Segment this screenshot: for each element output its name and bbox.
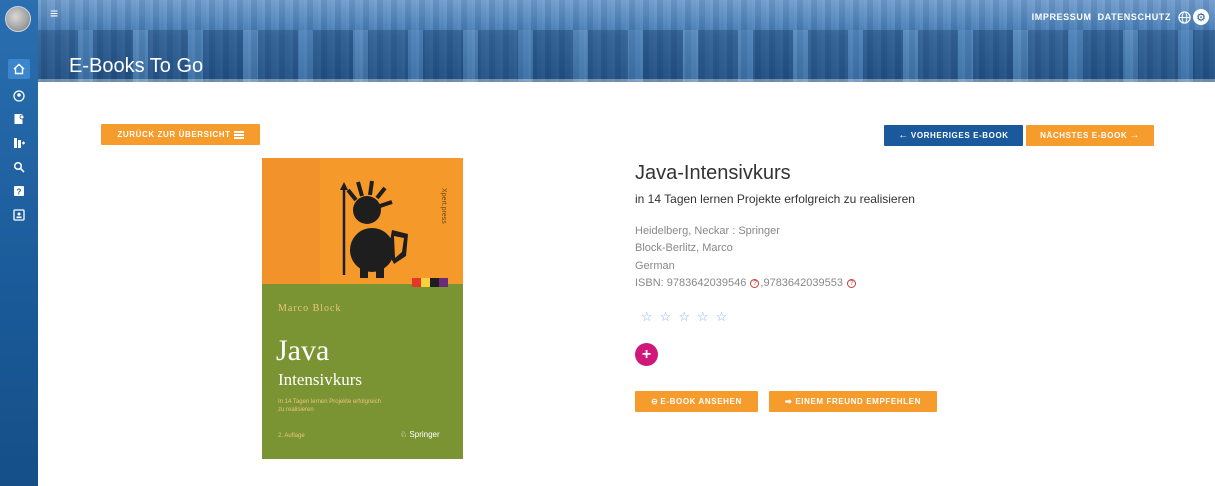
arrow-left-icon: ←: [898, 130, 909, 141]
next-ebook-button[interactable]: NÄCHSTES E-BOOK →: [1026, 125, 1154, 146]
previous-ebook-button[interactable]: ← VORHERIGES E-BOOK: [884, 125, 1023, 146]
isbn-1-help-icon[interactable]: ?: [750, 278, 760, 288]
isbn-1: 9783642039546: [666, 277, 747, 289]
add-to-list-button[interactable]: +: [635, 343, 658, 366]
book-language: German: [635, 260, 675, 272]
search-icon[interactable]: [11, 159, 27, 175]
cover-tagline: In 14 Tagen lernen Projekte erfolgreich …: [278, 399, 381, 413]
book-title: Java-Intensivkurs: [635, 162, 791, 184]
cover-stripe: [262, 158, 320, 284]
link-icon: ⊖: [651, 397, 659, 406]
next-ebook-label: NÄCHSTES E-BOOK: [1040, 131, 1128, 140]
back-to-overview-label: ZURÜCK ZUR ÜBERSICHT: [117, 130, 231, 139]
list-icon: [233, 130, 244, 139]
view-ebook-label: E-BOOK ANSEHEN: [660, 397, 742, 406]
user-circle-icon[interactable]: [11, 88, 27, 104]
top-links: IMPRESSUM DATENSCHUTZ: [1032, 12, 1171, 22]
globe-icon[interactable]: [1178, 11, 1191, 24]
star-icon[interactable]: ☆: [641, 309, 653, 325]
book-publisher: Heidelberg, Neckar : Springer: [635, 225, 780, 237]
cover-title: Java: [276, 334, 330, 367]
star-icon[interactable]: ☆: [678, 309, 690, 325]
book-author: Block-Berlitz, Marco: [635, 242, 733, 254]
warrior-illustration-icon: [340, 180, 408, 278]
previous-ebook-label: VORHERIGES E-BOOK: [910, 131, 1009, 140]
cover-publisher: ♘ Springer: [400, 430, 440, 439]
book-subtitle: in 14 Tagen lernen Projekte erfolgreich …: [635, 192, 915, 206]
recommend-friend-button[interactable]: ➡ EINEM FREUND EMPFEHLEN: [769, 391, 937, 412]
book-plus-icon[interactable]: [11, 135, 27, 151]
cover-edition: 2. Auflage: [278, 433, 305, 439]
star-icon[interactable]: ☆: [716, 309, 728, 325]
star-icon[interactable]: ☆: [697, 309, 709, 325]
impressum-link[interactable]: IMPRESSUM: [1032, 12, 1092, 22]
id-card-icon[interactable]: [11, 207, 27, 223]
arrow-right-icon: →: [1129, 130, 1140, 141]
book-isbn: ISBN: 9783642039546 ? ,9783642039553 ?: [635, 277, 857, 289]
sidebar: ?: [0, 0, 38, 486]
share-arrow-icon: ➡: [785, 397, 793, 406]
header-banner: ≡ E-Books To Go IMPRESSUM DATENSCHUTZ ⚙: [38, 0, 1215, 82]
header-divider: [38, 79, 1215, 82]
isbn-2-help-icon[interactable]: ?: [847, 278, 857, 288]
cover-author: Marco Block: [278, 303, 342, 314]
datenschutz-link[interactable]: DATENSCHUTZ: [1098, 12, 1171, 22]
logo-icon[interactable]: [5, 6, 31, 32]
isbn-label: ISBN:: [635, 277, 664, 289]
home-icon[interactable]: [8, 59, 30, 79]
cover-color-squares: [412, 278, 448, 287]
isbn-2: 9783642039553: [763, 277, 843, 289]
hamburger-menu-icon[interactable]: ≡: [50, 6, 58, 20]
gear-icon[interactable]: ⚙: [1193, 9, 1209, 25]
cover-series: Xpert.press: [440, 188, 447, 224]
rating-stars: ☆ ☆ ☆ ☆ ☆: [641, 309, 727, 325]
recommend-friend-label: EINEM FREUND EMPFEHLEN: [795, 397, 921, 406]
star-icon[interactable]: ☆: [660, 309, 672, 325]
bookmark-user-icon[interactable]: [11, 111, 27, 127]
cover-subtitle: Intensivkurs: [278, 370, 363, 389]
svg-text:?: ?: [17, 187, 22, 196]
springer-logo-icon: ♘: [400, 430, 408, 439]
view-ebook-button[interactable]: ⊖ E-BOOK ANSEHEN: [635, 391, 758, 412]
library-background: [38, 30, 1215, 82]
book-cover[interactable]: Xpert.press Marco Block Java Intensivkur…: [262, 158, 463, 459]
plus-icon: +: [641, 345, 652, 363]
page-title: E-Books To Go: [69, 55, 204, 77]
help-icon[interactable]: ?: [11, 183, 27, 199]
back-to-overview-button[interactable]: ZURÜCK ZUR ÜBERSICHT: [101, 124, 260, 145]
cover-publisher-label: Springer: [409, 430, 440, 439]
